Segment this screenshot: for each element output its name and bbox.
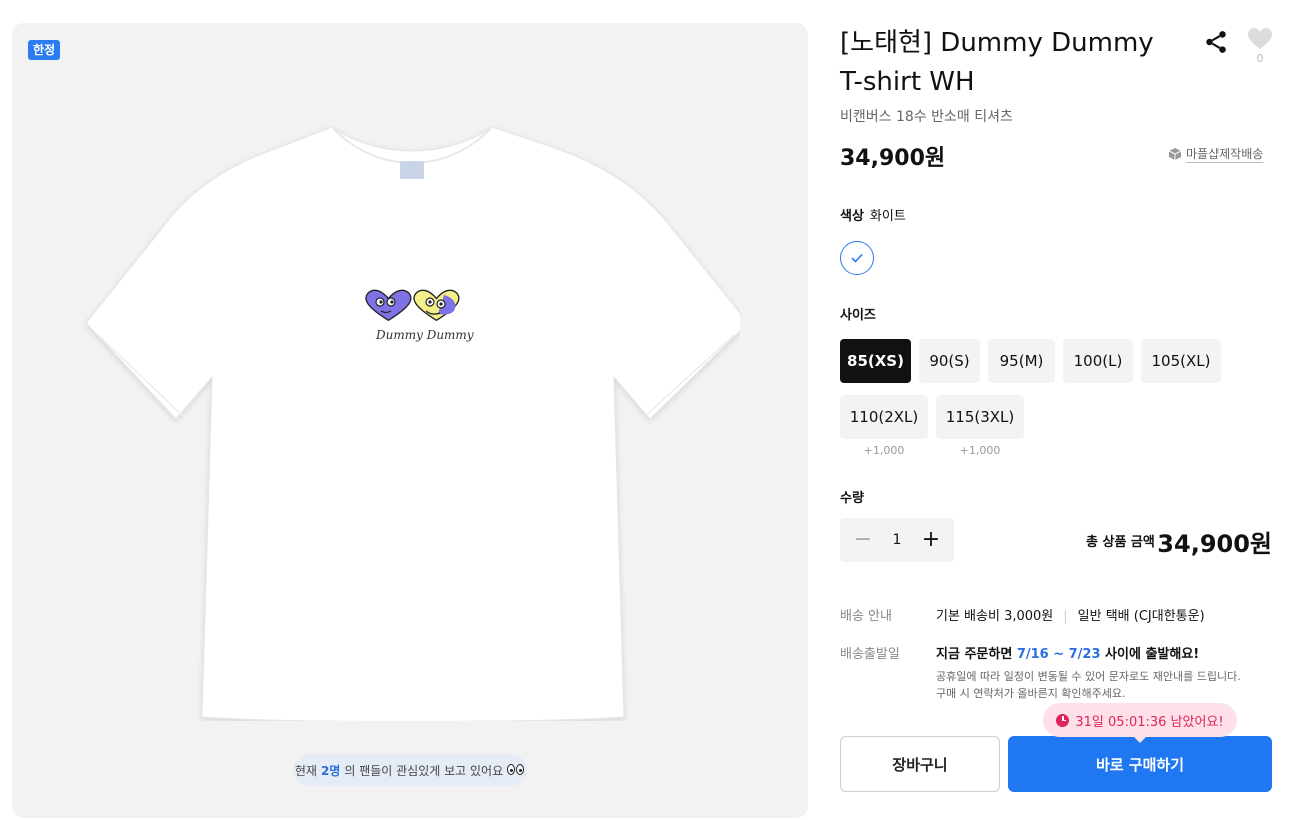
deadline-tooltip: 31일 05:01:36 남았어요! xyxy=(1043,703,1237,743)
size-label: 사이즈 xyxy=(840,308,876,323)
shipping-date-label: 배송출발일 xyxy=(840,647,900,662)
product-image-panel[interactable]: 한정 Dummy Dummy 현재 2명 의 팬들이 관심있게 보고 있어요 xyxy=(12,23,808,818)
color-swatch-white[interactable] xyxy=(840,241,874,275)
product-tshirt-image: Dummy Dummy xyxy=(85,126,740,721)
viewers-suffix: 의 팬들이 관심있게 보고 있어요 xyxy=(344,763,504,778)
shipping-note-line: 공휴일에 따라 일정이 변동될 수 있어 문자로도 재안내를 드립니다. xyxy=(936,670,1241,683)
buy-now-button[interactable]: 바로 구매하기 xyxy=(1008,736,1272,792)
product-subtitle: 비캔버스 18수 반소매 티셔츠 xyxy=(840,109,1013,125)
shipping-note: 공휴일에 따라 일정이 변동될 수 있어 문자로도 재안내를 드립니다. 구매 … xyxy=(936,668,1241,702)
product-title: [노태현] Dummy Dummy T-shirt WH xyxy=(840,28,1154,97)
marpple-shipping-link[interactable]: 마플샵제작배송 xyxy=(1168,145,1263,162)
shipping-date-range: 7/16 ~ 7/23 xyxy=(1016,647,1101,662)
size-option-110-2xl[interactable]: 110(2XL) xyxy=(840,395,928,439)
marpple-shipping-label: 마플샵제작배송 xyxy=(1186,147,1264,161)
quantity-stepper: − 1 + xyxy=(840,518,954,562)
total-label: 총 상품 금액 xyxy=(1086,535,1155,550)
shipping-date-prefix: 지금 주문하면 xyxy=(936,647,1017,662)
heart-icon xyxy=(1248,28,1272,49)
shipping-info-value: 기본 배송비 3,000원 | 일반 택배 (CJ대한통운) xyxy=(936,605,1205,624)
color-label: 색상 xyxy=(840,209,864,224)
viewers-count: 2명 xyxy=(320,763,341,778)
size-option-105xl[interactable]: 105(XL) xyxy=(1141,339,1221,383)
eyes-icon xyxy=(507,764,525,776)
share-icon[interactable] xyxy=(1203,29,1229,55)
viewers-prefix: 현재 xyxy=(294,763,317,778)
size-option-115-3xl[interactable]: 115(3XL) xyxy=(936,395,1024,439)
shipping-note-line: 구매 시 연락처가 올바른지 확인해주세요. xyxy=(936,687,1126,700)
shipping-date-value: 지금 주문하면 7/16 ~ 7/23 사이에 출발해요! xyxy=(936,643,1199,662)
size-option-100l[interactable]: 100(L) xyxy=(1063,339,1133,383)
quantity-label: 수량 xyxy=(840,491,864,506)
color-value: 화이트 xyxy=(869,209,906,224)
product-price: 34,900원 xyxy=(840,146,946,171)
shipping-fee: 기본 배송비 3,000원 xyxy=(936,609,1054,624)
like-button[interactable]: 0 xyxy=(1246,28,1274,65)
like-count: 0 xyxy=(1256,52,1264,65)
clock-icon xyxy=(1056,713,1070,727)
shipping-separator: | xyxy=(1063,609,1068,624)
size-option-90s[interactable]: 90(S) xyxy=(919,339,980,383)
quantity-value: 1 xyxy=(892,532,902,548)
size-option-95m[interactable]: 95(M) xyxy=(988,339,1055,383)
quantity-minus-button[interactable]: − xyxy=(850,527,876,553)
quantity-plus-button[interactable]: + xyxy=(918,527,944,553)
size-option-85xs[interactable]: 85(XS) xyxy=(840,339,911,383)
size-surcharge-115: +1,000 xyxy=(959,444,1001,457)
size-surcharge-110: +1,000 xyxy=(863,444,905,457)
shirt-print-text: Dummy Dummy xyxy=(375,328,474,342)
check-icon xyxy=(851,253,863,263)
shipping-date-suffix: 사이에 출발해요! xyxy=(1100,647,1200,662)
color-option-label: 색상 화이트 xyxy=(840,205,906,224)
limited-badge: 한정 xyxy=(28,40,61,60)
deadline-text: 31일 05:01:36 남았어요! xyxy=(1075,714,1224,730)
add-to-cart-button[interactable]: 장바구니 xyxy=(840,736,1000,792)
shipping-carrier: 일반 택배 (CJ대한통운) xyxy=(1077,609,1205,624)
viewers-notice: 현재 2명 의 팬들이 관심있게 보고 있어요 xyxy=(293,754,527,786)
box-icon xyxy=(1168,147,1182,160)
shipping-info-label: 배송 안내 xyxy=(840,609,892,624)
total-price: 34,900원 xyxy=(1157,530,1272,558)
